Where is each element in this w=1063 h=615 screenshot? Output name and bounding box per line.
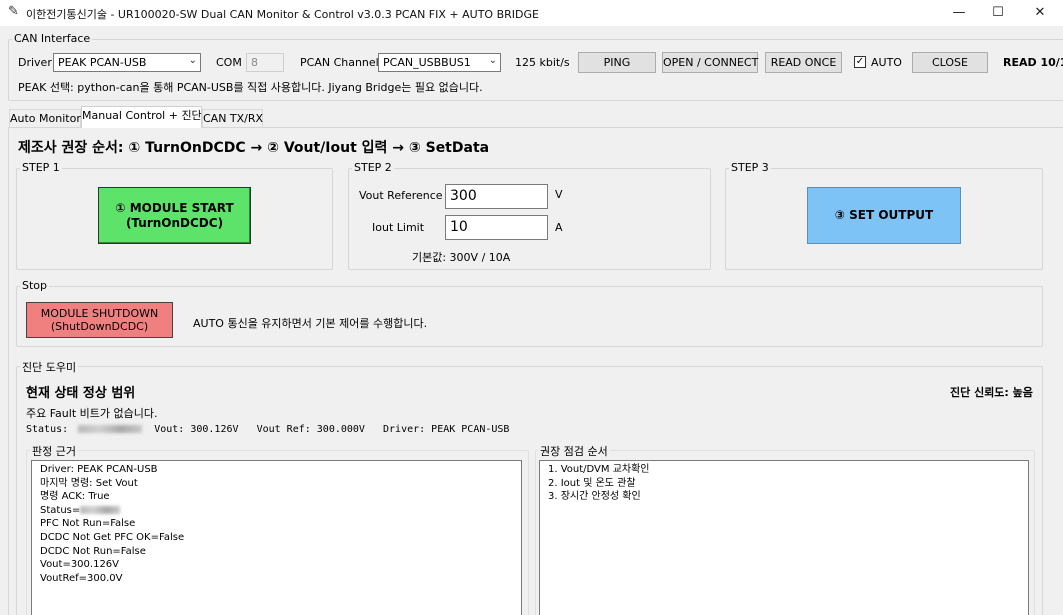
redacted-status xyxy=(78,425,143,433)
pcan-channel-select[interactable]: PCAN_USBBUS1 ⌄ xyxy=(378,53,501,72)
ping-button[interactable]: PING xyxy=(578,52,656,73)
driver-select-value: PEAK PCAN-USB xyxy=(58,56,147,69)
tab-can-txrx[interactable]: CAN TX/RX xyxy=(202,109,263,128)
com-field[interactable]: 8 xyxy=(246,53,284,72)
pcan-channel-value: PCAN_USBBUS1 xyxy=(383,56,471,69)
state-title: 현재 상태 정상 범위 xyxy=(26,386,136,401)
read-status: READ 10/1 xyxy=(1003,56,1063,69)
evidence-line: 마지막 명령: Set Vout xyxy=(40,477,138,489)
minimize-button[interactable]: — xyxy=(937,0,981,26)
module-start-line1: ① MODULE START xyxy=(115,200,234,215)
vout-readout: Vout: 300.126V xyxy=(154,424,239,435)
module-shutdown-button[interactable]: MODULE SHUTDOWN (ShutDownDCDC) xyxy=(26,302,173,338)
checklist-item: 1. Vout/DVM 교차확인 xyxy=(548,464,650,475)
can-interface-label: CAN Interface xyxy=(12,32,93,45)
close-connection-button[interactable]: CLOSE xyxy=(912,52,988,73)
window-title: 이한전기통신기술 - UR100020-SW Dual CAN Monitor … xyxy=(26,8,539,21)
checklist-label: 권장 점검 순서 xyxy=(538,443,610,459)
title-bar: ✎ 이한전기통신기술 - UR100020-SW Dual CAN Monito… xyxy=(0,0,1063,26)
stop-note: AUTO 통신을 유지하면서 기본 제어를 수행합니다. xyxy=(193,317,428,330)
close-window-button[interactable]: ✕ xyxy=(1018,0,1062,26)
iout-label: Iout Limit xyxy=(372,221,425,234)
shutdown-line1: MODULE SHUTDOWN xyxy=(40,307,159,320)
evidence-label: 판정 근거 xyxy=(30,443,78,459)
evidence-textbox[interactable]: Driver: PEAK PCAN-USB 마지막 명령: Set Vout 명… xyxy=(31,460,522,615)
auto-label: AUTO xyxy=(871,56,902,69)
tab-manual-control[interactable]: Manual Control + 진단 xyxy=(81,106,202,128)
module-start-line2: (TurnOnDCDC) xyxy=(125,215,224,230)
evidence-line: PFC Not Run=False xyxy=(40,518,136,530)
evidence-line: DCDC Not Run=False xyxy=(40,545,146,557)
evidence-line: 명령 ACK: True xyxy=(40,491,110,503)
feather-icon: ✎ xyxy=(8,4,19,19)
chevron-down-icon: ⌄ xyxy=(488,55,497,66)
redacted-status xyxy=(80,505,121,514)
iout-unit: A xyxy=(555,221,563,234)
stop-label: Stop xyxy=(20,279,50,292)
driver-select[interactable]: PEAK PCAN-USB ⌄ xyxy=(53,53,201,72)
maximize-button[interactable]: ☐ xyxy=(976,0,1020,26)
step2-label: STEP 2 xyxy=(352,161,394,174)
status-line: Status: Vout: 300.126V Vout Ref: 300.000… xyxy=(26,424,509,435)
evidence-line: VoutRef=300.0V xyxy=(40,572,123,584)
com-label: COM xyxy=(216,56,242,69)
driver-label: Driver xyxy=(18,56,52,69)
set-output-label: ③ SET OUTPUT xyxy=(834,208,934,222)
vout-ref-readout: Vout Ref: 300.000V xyxy=(256,424,365,435)
diagnosis-label: 진단 도우미 xyxy=(20,359,79,375)
procedure-heading: 제조사 권장 순서: ① TurnOnDCDC → ② Vout/Iout 입력… xyxy=(18,140,490,156)
set-output-button[interactable]: ③ SET OUTPUT xyxy=(807,187,961,244)
vout-reference-input[interactable]: 300 xyxy=(445,184,548,209)
default-values-text: 기본값: 300V / 10A xyxy=(412,251,511,264)
read-once-button[interactable]: READ ONCE xyxy=(765,52,842,73)
driver-readout: Driver: PEAK PCAN-USB xyxy=(383,424,510,435)
evidence-line: DCDC Not Get PFC OK=False xyxy=(40,531,185,543)
checklist-item: 2. Iout 및 온도 관찰 xyxy=(548,477,636,489)
shutdown-line2: (ShutDownDCDC) xyxy=(50,320,149,333)
step3-label: STEP 3 xyxy=(729,161,771,174)
fault-text: 주요 Fault 비트가 없습니다. xyxy=(26,407,158,420)
evidence-line: Driver: PEAK PCAN-USB xyxy=(40,464,158,475)
iout-limit-input[interactable]: 10 xyxy=(445,215,548,240)
open-connect-button[interactable]: OPEN / CONNECT xyxy=(662,52,758,73)
evidence-status-label: Status= xyxy=(40,504,81,516)
status-label: Status: xyxy=(26,424,69,435)
module-start-button[interactable]: ① MODULE START (TurnOnDCDC) xyxy=(98,187,251,244)
peak-note: PEAK 선택: python-can을 통해 PCAN-USB를 직접 사용합… xyxy=(18,81,483,94)
bitrate-label: 125 kbit/s xyxy=(515,56,570,69)
checklist-textbox[interactable]: 1. Vout/DVM 교차확인 2. Iout 및 온도 관찰 3. 장시간 … xyxy=(539,460,1029,615)
auto-checkbox[interactable]: ✓ xyxy=(854,56,866,68)
vout-unit: V xyxy=(555,188,563,201)
checklist-item: 3. 장시간 안정성 확인 xyxy=(548,491,641,503)
pcan-channel-label: PCAN Channel xyxy=(300,56,379,69)
vout-label: Vout Reference xyxy=(359,189,443,202)
tab-auto-monitor[interactable]: Auto Monitor xyxy=(9,109,81,128)
step1-label: STEP 1 xyxy=(20,161,62,174)
evidence-line-status: Status= xyxy=(40,504,513,518)
confidence-text: 진단 신뢰도: 높음 xyxy=(950,386,1033,399)
evidence-line: Vout=300.126V xyxy=(40,559,120,571)
chevron-down-icon: ⌄ xyxy=(188,55,197,66)
